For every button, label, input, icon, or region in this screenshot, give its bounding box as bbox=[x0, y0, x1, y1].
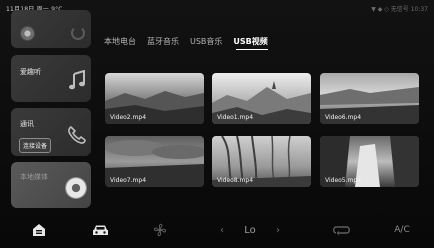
car-icon bbox=[92, 225, 108, 235]
video-thumbnail[interactable]: Video7.mp4 bbox=[105, 136, 204, 187]
video-thumbnail[interactable]: Video5.mp4 bbox=[320, 136, 419, 187]
recirculation-button[interactable] bbox=[331, 220, 353, 240]
music-note-icon bbox=[69, 70, 85, 90]
temperature-display: Lo bbox=[244, 224, 256, 236]
phone-title: 通讯 bbox=[20, 120, 34, 128]
favorites-card[interactable]: 爱趣听 bbox=[11, 55, 91, 102]
tab-bluetooth-music[interactable]: 蓝牙音乐 bbox=[147, 36, 179, 47]
music-disc-icon bbox=[20, 26, 35, 41]
media-disc-icon bbox=[65, 177, 87, 199]
recirculation-icon bbox=[333, 226, 350, 235]
tab-local-radio[interactable]: 本地电台 bbox=[104, 36, 136, 47]
temp-decrease-button[interactable]: ‹ bbox=[217, 220, 227, 240]
video-thumbnail[interactable]: Video8.mp4 bbox=[212, 136, 311, 187]
now-playing-card[interactable] bbox=[11, 10, 91, 48]
video-name: Video5.mp4 bbox=[325, 177, 362, 184]
video-thumbnail[interactable]: Video1.mp4 bbox=[212, 73, 311, 124]
vehicle-button[interactable] bbox=[90, 220, 110, 240]
home-button[interactable] bbox=[31, 220, 47, 240]
video-name: Video7.mp4 bbox=[110, 177, 147, 184]
video-name: Video8.mp4 bbox=[217, 177, 254, 184]
home-icon bbox=[33, 224, 45, 236]
local-media-title: 本地媒体 bbox=[20, 173, 48, 181]
source-tabs: 本地电台 蓝牙音乐 USB音乐 USB视频 bbox=[104, 36, 268, 47]
phone-card[interactable]: 通讯 连接设备 bbox=[11, 108, 91, 156]
status-indicators: ▼ ◆ ◇ 无信号 10:37 bbox=[371, 6, 428, 13]
tab-usb-video[interactable]: USB视频 bbox=[233, 36, 267, 47]
favorites-title: 爱趣听 bbox=[20, 68, 41, 76]
screen: 11月18日 周一 9°C ▼ ◆ ◇ 无信号 10:37 爱趣听 通讯 连接设… bbox=[0, 0, 434, 248]
chevron-left-icon: ‹ bbox=[220, 224, 224, 236]
phone-icon bbox=[68, 126, 86, 144]
local-media-card[interactable]: 本地媒体 bbox=[11, 162, 91, 208]
chevron-right-icon: › bbox=[276, 224, 280, 236]
ac-button[interactable]: A/C bbox=[390, 220, 414, 240]
video-name: Video6.mp4 bbox=[325, 114, 362, 121]
connect-device-button[interactable]: 连接设备 bbox=[19, 138, 52, 153]
video-name: Video2.mp4 bbox=[110, 114, 147, 121]
video-thumbnail[interactable]: Video2.mp4 bbox=[105, 73, 204, 124]
bottom-dock: ‹ Lo › A/C bbox=[0, 212, 434, 248]
progress-ring-icon bbox=[71, 26, 85, 40]
tab-usb-music[interactable]: USB音乐 bbox=[190, 36, 222, 47]
fan-button[interactable] bbox=[150, 220, 170, 240]
temp-increase-button[interactable]: › bbox=[273, 220, 283, 240]
video-thumbnail[interactable]: Video6.mp4 bbox=[320, 73, 419, 124]
fan-icon bbox=[153, 223, 167, 237]
video-name: Video1.mp4 bbox=[217, 114, 254, 121]
active-tab-indicator bbox=[236, 49, 268, 50]
